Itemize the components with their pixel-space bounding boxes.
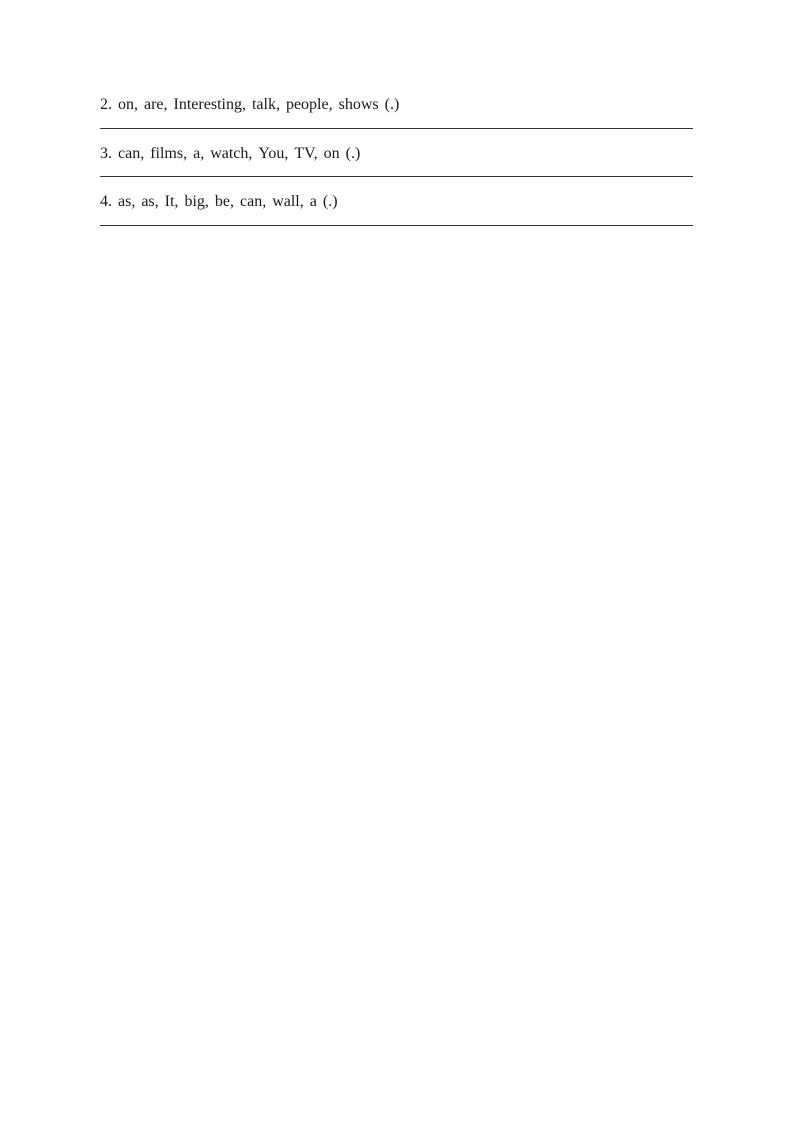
word-2-1: as, [141, 189, 158, 215]
word-1-0: can, [118, 141, 144, 167]
word-0-6: (.) [385, 92, 400, 118]
word-2-6: wall, [272, 189, 304, 215]
exercise-item-1: 2. on, are,Interesting,talk,people,shows(.… [100, 80, 693, 129]
word-2-7: a [310, 189, 317, 215]
word-0-3: talk, [252, 92, 280, 118]
exercise-number-3: 4. [100, 189, 112, 215]
word-0-2: Interesting, [174, 92, 246, 118]
word-0-4: people, [286, 92, 333, 118]
word-2-8: (.) [323, 189, 338, 215]
exercise-row-3: 4. as, as, It, big, be, can,wall,a (.) [100, 177, 693, 225]
word-0-5: shows [339, 92, 379, 118]
exercise-number-1: 2. [100, 92, 112, 118]
word-1-7: (.) [346, 141, 361, 167]
word-1-1: films, [150, 141, 187, 167]
word-2-0: as, [118, 189, 135, 215]
word-1-3: watch, [210, 141, 252, 167]
word-2-4: be, [215, 189, 234, 215]
page: 2.on,are,Interesting,talk,people,shows(.… [0, 0, 793, 1122]
word-2-5: can, [240, 189, 266, 215]
word-1-4: You, [258, 141, 288, 167]
exercises-container: 2.on,are,Interesting,talk,people,shows(.… [100, 80, 693, 226]
exercise-row-2: 3.can,films,a,watch,You, TV, on (.) [100, 129, 693, 177]
word-1-2: a, [193, 141, 204, 167]
word-1-6: on [324, 141, 340, 167]
word-1-5: TV, [294, 141, 317, 167]
exercise-item-2: 3.can,films,a,watch,You, TV, on (.) [100, 129, 693, 178]
word-0-1: are, [144, 92, 168, 118]
exercise-row-1: 2. on, are,Interesting,talk,people,shows(.… [100, 80, 693, 128]
exercise-item-3: 4. as, as, It, big, be, can,wall,a (.) [100, 177, 693, 226]
divider-3 [100, 225, 693, 226]
word-0-0: on, [118, 92, 138, 118]
word-2-3: big, [184, 189, 208, 215]
exercise-number-2: 3. [100, 141, 112, 167]
word-2-2: It, [165, 189, 179, 215]
